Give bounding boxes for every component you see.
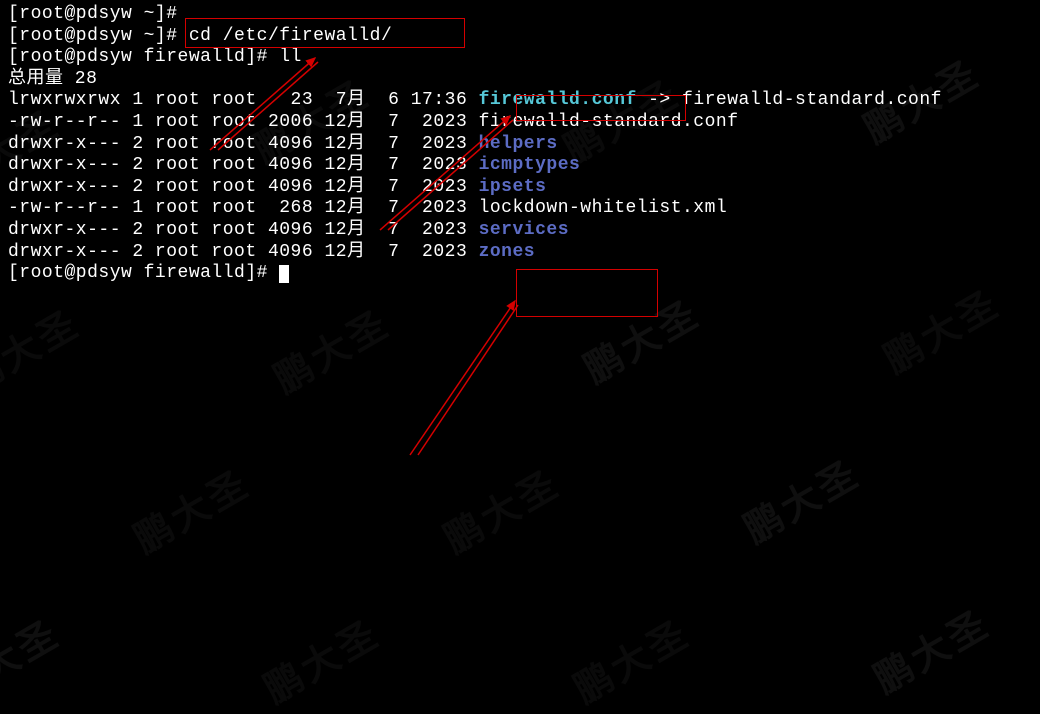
- prompt: [root@pdsyw ~]#: [8, 26, 189, 46]
- perm-info: drwxr-x--- 2 root root 4096 12月 7 2023: [8, 134, 479, 154]
- command-line-ll: [root@pdsyw firewalld]# ll: [8, 47, 1032, 69]
- watermark: 鹏大圣: [577, 292, 709, 394]
- watermark: 鹏大圣: [567, 612, 699, 714]
- watermark: 鹏大圣: [877, 282, 1009, 384]
- symlink-name: firewalld.conf: [479, 90, 637, 110]
- watermark: 鹏大圣: [437, 462, 569, 564]
- command-line-cd: [root@pdsyw ~]# cd /etc/firewalld/: [8, 26, 1032, 48]
- perm-info: drwxr-x--- 2 root root 4096 12月 7 2023: [8, 220, 479, 240]
- watermark: 鹏大圣: [267, 302, 399, 404]
- dir-name: services: [479, 220, 569, 240]
- dir-name: icmptypes: [479, 155, 581, 175]
- watermark: 鹏大圣: [867, 602, 999, 704]
- arrow-to-services-zones: [400, 295, 540, 465]
- listing-row: -rw-r--r-- 1 root root 268 12月 7 2023 lo…: [8, 198, 1032, 220]
- prompt: [root@pdsyw firewalld]#: [8, 47, 279, 67]
- dir-name: helpers: [479, 134, 558, 154]
- perm-info: drwxr-x--- 2 root root 4096 12月 7 2023: [8, 177, 479, 197]
- watermark: 鹏大圣: [127, 462, 259, 564]
- listing-row: lrwxrwxrwx 1 root root 23 7月 6 17:36 fir…: [8, 90, 1032, 112]
- cursor: [279, 265, 289, 283]
- perm-info: lrwxrwxrwx 1 root root 23 7月 6 17:36: [8, 90, 479, 110]
- listing-row: drwxr-x--- 2 root root 4096 12月 7 2023 i…: [8, 155, 1032, 177]
- watermark: 鹏大圣: [737, 452, 869, 554]
- file-name: lockdown-whitelist.xml: [479, 198, 728, 218]
- listing-row: -rw-r--r-- 1 root root 2006 12月 7 2023 f…: [8, 112, 1032, 134]
- file-name: firewalld-standard.conf: [479, 112, 739, 132]
- perm-info: -rw-r--r-- 1 root root 2006 12月 7 2023: [8, 112, 479, 132]
- listing-row: drwxr-x--- 2 root root 4096 12月 7 2023 s…: [8, 220, 1032, 242]
- listing-row: drwxr-x--- 2 root root 4096 12月 7 2023 z…: [8, 242, 1032, 264]
- listing-row: drwxr-x--- 2 root root 4096 12月 7 2023 h…: [8, 134, 1032, 156]
- command-ll: ll: [279, 47, 302, 67]
- perm-info: -rw-r--r-- 1 root root 268 12月 7 2023: [8, 198, 479, 218]
- prompt: [root@pdsyw firewalld]#: [8, 263, 279, 283]
- terminal-output: [root@pdsyw ~]# [root@pdsyw ~]# cd /etc/…: [8, 4, 1032, 285]
- total-line: 总用量 28: [8, 69, 1032, 91]
- perm-info: drwxr-x--- 2 root root 4096 12月 7 2023: [8, 242, 479, 262]
- command-cd: cd /etc/firewalld/: [189, 26, 392, 46]
- watermark: 鹏大圣: [257, 612, 389, 714]
- symlink-target: -> firewalld-standard.conf: [637, 90, 942, 110]
- watermark: 鹏大圣: [0, 612, 69, 714]
- perm-info: drwxr-x--- 2 root root 4096 12月 7 2023: [8, 155, 479, 175]
- prompt-line: [root@pdsyw ~]#: [8, 4, 1032, 26]
- dir-name: ipsets: [479, 177, 547, 197]
- prompt-line-cursor[interactable]: [root@pdsyw firewalld]#: [8, 263, 1032, 285]
- watermark: 鹏大圣: [0, 302, 89, 404]
- listing-row: drwxr-x--- 2 root root 4096 12月 7 2023 i…: [8, 177, 1032, 199]
- dir-name: zones: [479, 242, 536, 262]
